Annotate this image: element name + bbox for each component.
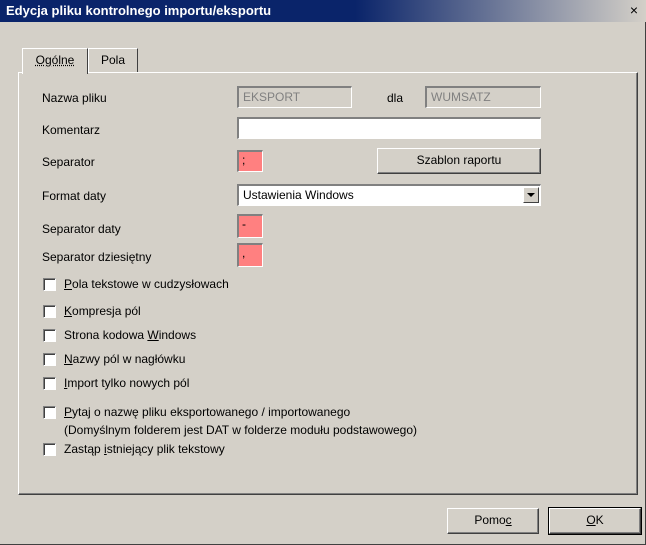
tab-ogolne[interactable]: Ogólne (22, 48, 88, 74)
dla-label: dla (387, 91, 404, 105)
nazwa-pliku-label: Nazwa pliku (42, 91, 107, 105)
checkbox-zastap-plik[interactable] (43, 443, 56, 456)
pomoc-button[interactable]: Pomoc (447, 508, 539, 534)
separator-dziesietny-input[interactable]: , (237, 243, 263, 267)
checkbox-strona-kodowa[interactable] (43, 329, 56, 342)
checkbox-label: Kompresja pól (64, 304, 141, 318)
tab-pola-label: Pola (100, 53, 126, 67)
checkbox-import-nowych[interactable] (43, 377, 56, 390)
ok-button[interactable]: OK (548, 507, 642, 535)
checkbox-label: Pytaj o nazwę pliku eksportowanego / imp… (64, 405, 351, 419)
separator-label: Separator (42, 155, 95, 169)
checkbox-nazwy-pol[interactable] (43, 353, 56, 366)
checkbox-label: Zastąp istniejący plik tekstowy (64, 442, 225, 456)
tab-ogolne-label: Ogólne (35, 53, 75, 67)
checkbox-label: Pola tekstowe w cudzysłowach (64, 277, 229, 291)
format-daty-label: Format daty (42, 189, 107, 203)
format-daty-value: Ustawienia Windows (243, 188, 354, 202)
komentarz-input[interactable] (237, 117, 541, 139)
checkbox-label: Nazwy pól w nagłówku (64, 352, 186, 366)
separator-daty-label: Separator daty (42, 222, 121, 236)
szablon-raportu-button[interactable]: Szablon raportu (377, 148, 541, 174)
separator-daty-input[interactable]: - (237, 214, 263, 238)
checkbox-kompresja[interactable] (43, 305, 56, 318)
separator-input[interactable]: ; (237, 150, 263, 172)
chevron-down-icon[interactable] (523, 187, 539, 203)
checkbox-pola-tekstowe[interactable] (43, 278, 56, 291)
dla-field: WUMSATZ (425, 86, 541, 108)
window-title: Edycja pliku kontrolnego importu/eksport… (6, 3, 272, 18)
nazwa-pliku-field: EKSPORT (237, 86, 352, 108)
tab-pola[interactable]: Pola (88, 48, 138, 72)
checkbox-note: (Domyślnym folderem jest DAT w folderze … (64, 423, 418, 437)
komentarz-label: Komentarz (42, 123, 101, 137)
checkbox-label: Import tylko nowych pól (64, 376, 190, 390)
format-daty-select[interactable]: Ustawienia Windows (237, 184, 541, 206)
checkbox-label: Strona kodowa Windows (64, 328, 197, 342)
close-icon[interactable]: × (626, 3, 642, 19)
checkbox-pytaj-o-nazwe[interactable] (43, 406, 56, 419)
separator-dziesietny-label: Separator dziesiętny (42, 250, 152, 264)
dialog-window: Edycja pliku kontrolnego importu/eksport… (0, 0, 646, 545)
title-bar[interactable]: Edycja pliku kontrolnego importu/eksport… (0, 0, 646, 22)
